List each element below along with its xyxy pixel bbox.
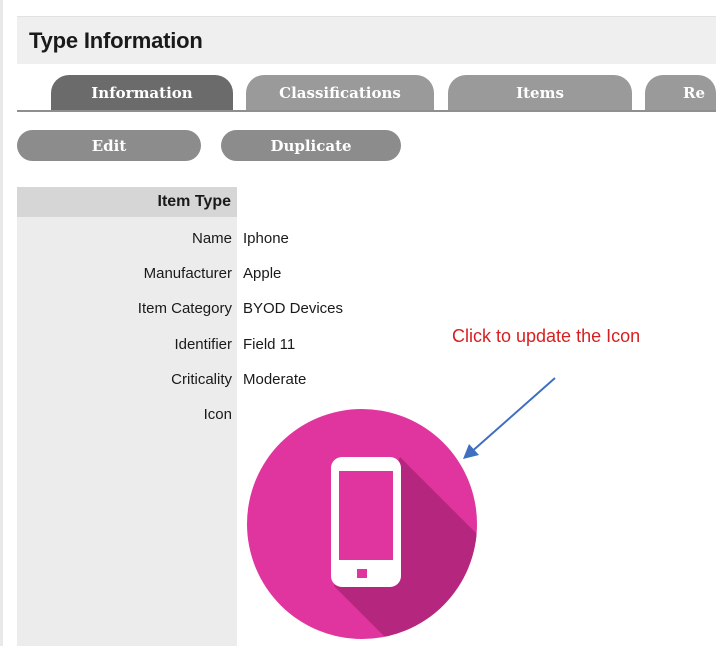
page-title: Type Information — [29, 28, 203, 53]
field-label-name: Name — [191, 230, 232, 247]
tab-partial[interactable]: Re — [645, 75, 716, 111]
tab-underline — [17, 110, 716, 112]
title-bar: Type Information — [17, 16, 716, 64]
field-label-icon: Icon — [203, 406, 232, 423]
field-label-item-category: Item Category — [137, 300, 232, 317]
tab-items[interactable]: Items — [448, 75, 632, 111]
annotation-callout: Click to update the Icon — [452, 326, 641, 346]
edit-button[interactable]: Edit — [17, 130, 201, 161]
field-value-criticality: Moderate — [243, 371, 307, 388]
field-value-item-category: BYOD Devices — [243, 300, 344, 317]
field-label-criticality: Criticality — [171, 371, 232, 388]
field-label-manufacturer: Manufacturer — [143, 265, 232, 282]
left-border — [0, 0, 3, 646]
item-type-icon-button[interactable] — [247, 409, 477, 639]
mobile-phone-icon — [247, 409, 477, 639]
field-value-manufacturer: Apple — [243, 265, 282, 282]
duplicate-button[interactable]: Duplicate — [221, 130, 401, 161]
section-title: Item Type — [157, 193, 232, 210]
tab-classifications[interactable]: Classifications — [246, 75, 434, 111]
field-value-name: Iphone — [243, 230, 289, 247]
section-header: Item Type — [17, 187, 237, 217]
tab-information[interactable]: Information — [51, 75, 233, 111]
field-label-identifier: Identifier — [174, 336, 232, 353]
field-value-identifier: Field 11 — [243, 336, 296, 353]
tab-partial-label: Re — [683, 83, 706, 102]
